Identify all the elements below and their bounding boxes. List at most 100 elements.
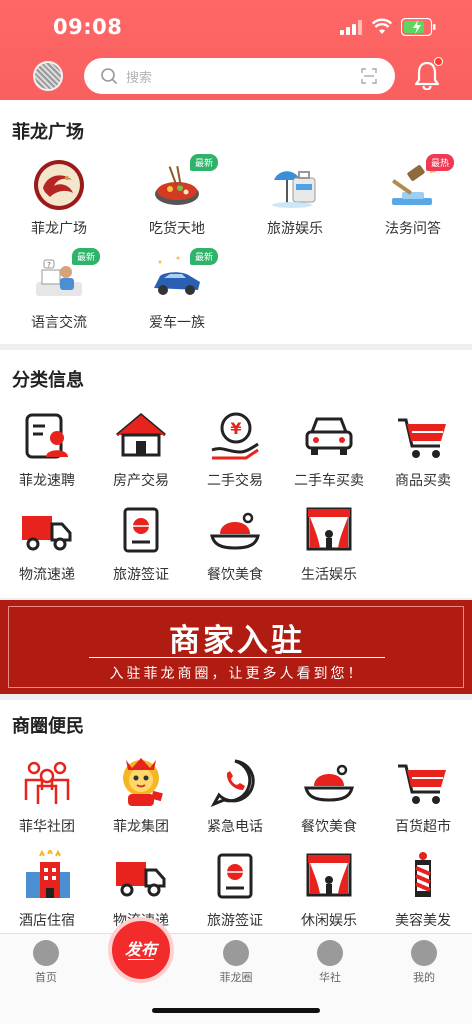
- grid-item-car-club[interactable]: 最新 爱车一族: [130, 248, 224, 332]
- search-bar[interactable]: 搜索: [84, 58, 395, 94]
- grid-item-community[interactable]: 菲华社团: [0, 756, 94, 836]
- notification-bell-icon[interactable]: [414, 57, 443, 91]
- merchant-banner[interactable]: 商家入驻 入驻菲龙商圈，让更多人看到您！: [0, 600, 472, 694]
- community-icon: [24, 761, 70, 804]
- notification-dot: [434, 57, 443, 66]
- section-title: 商圈便民: [12, 716, 84, 737]
- yen-hand-icon: ¥: [211, 412, 259, 460]
- grid-item-leisure[interactable]: 休闲娱乐: [282, 850, 376, 930]
- profile-icon: [411, 940, 437, 966]
- svg-text:¥: ¥: [230, 419, 241, 438]
- dragon-logo-icon: [34, 160, 84, 210]
- tab-community[interactable]: 华社: [300, 940, 360, 985]
- grid-item-jobs[interactable]: 菲龙速聘: [0, 410, 94, 490]
- grid-item-label: 商品买卖: [395, 473, 451, 489]
- tab-profile[interactable]: 我的: [394, 940, 454, 985]
- grid-item-secondhand[interactable]: ¥ 二手交易: [188, 410, 282, 490]
- home-icon: [33, 940, 59, 966]
- grid-item-travel-visa[interactable]: 旅游签证: [188, 850, 282, 930]
- theater-icon: [306, 507, 352, 551]
- dish-icon: [304, 764, 354, 802]
- badge-hot: 最热: [425, 154, 454, 171]
- header-bar: 09:08 搜索: [0, 0, 472, 100]
- tab-home[interactable]: 首页: [16, 940, 76, 985]
- house-icon: [116, 413, 166, 457]
- passport-icon: [217, 853, 253, 899]
- grid-item-travel[interactable]: 旅游娱乐: [248, 158, 342, 238]
- grid-item-label: 旅游签证: [207, 913, 263, 929]
- badge-new: 最新: [189, 154, 218, 171]
- banner-divider: [89, 657, 385, 658]
- cart-icon: [398, 418, 446, 458]
- grid-item-group[interactable]: 菲龙集团: [94, 756, 188, 836]
- community-tab-icon: [317, 940, 343, 966]
- grid-item-entertainment[interactable]: 生活娱乐: [282, 504, 376, 584]
- grid-item-beauty[interactable]: 美容美发: [376, 850, 470, 930]
- circle-icon: [223, 940, 249, 966]
- tab-label: 首页: [35, 971, 57, 984]
- grid-item-label: 菲龙广场: [31, 221, 87, 237]
- grid-item-dining[interactable]: 餐饮美食: [188, 504, 282, 584]
- grid-item-label: 餐饮美食: [301, 819, 357, 835]
- grid-item-label: 旅游娱乐: [267, 221, 323, 237]
- battery-charging-icon: [401, 18, 436, 36]
- grid-item-label: 菲华社团: [19, 819, 75, 835]
- grid-item-goods[interactable]: 商品买卖: [376, 410, 470, 490]
- grid-item-label: 酒店住宿: [19, 913, 75, 929]
- user-avatar[interactable]: [33, 61, 63, 91]
- grid-item-label: 二手交易: [207, 473, 263, 489]
- section-title: 菲龙广场: [12, 122, 84, 143]
- travel-icon: [272, 171, 316, 208]
- grid-item-logistics[interactable]: 物流速递: [0, 504, 94, 584]
- grid-item-emergency[interactable]: 紧急电话: [188, 756, 282, 836]
- grid-item-label: 菲龙速聘: [19, 473, 75, 489]
- barber-pole-icon: [415, 852, 431, 897]
- grid-item-language[interactable]: ? 最新 语言交流: [12, 248, 106, 332]
- grid-item-property[interactable]: 房产交易: [94, 410, 188, 490]
- grid-item-label: 法务问答: [385, 221, 441, 237]
- badge-new: 最新: [189, 248, 218, 265]
- cellular-signal-icon: [340, 20, 362, 35]
- svg-text:?: ?: [47, 261, 51, 269]
- grid-item-label: 紧急电话: [207, 819, 263, 835]
- business-section: 商圈便民 菲华社团 菲龙集团 紧急电话 餐饮美食 百货超市 酒店住宿 旅游签证 …: [0, 700, 472, 933]
- phone-icon: [210, 759, 255, 807]
- grid-item-label: 物流速递: [19, 567, 75, 583]
- grid-item-label: 爱车一族: [149, 315, 205, 331]
- grid-item-label: 休闲娱乐: [301, 913, 357, 929]
- tab-label: 菲龙圈: [219, 971, 253, 984]
- grid-item-label: 旅游签证: [113, 567, 169, 583]
- classified-section: 分类信息 菲龙速聘 房产交易 ¥ 二手交易 二手车买卖 商品买卖 物流速递 旅游…: [0, 350, 472, 598]
- hotel-icon: [26, 847, 70, 898]
- lion-mascot-icon: [123, 758, 163, 806]
- grid-item-foodie[interactable]: 最新 吃货天地: [130, 154, 224, 238]
- grid-item-legal[interactable]: 最热 法务问答: [366, 154, 460, 238]
- grid-item-label: 百货超市: [395, 819, 451, 835]
- search-placeholder: 搜索: [126, 71, 153, 86]
- grid-item-label: 二手车买卖: [294, 473, 364, 489]
- grid-item-visa[interactable]: 旅游签证: [94, 504, 188, 584]
- grid-item-food[interactable]: 餐饮美食: [282, 756, 376, 836]
- dish-icon: [210, 512, 260, 550]
- scan-icon[interactable]: [361, 68, 377, 84]
- grid-item-plaza[interactable]: 菲龙广场: [12, 158, 106, 238]
- home-indicator: [152, 1008, 320, 1013]
- status-time: 09:08: [53, 15, 123, 39]
- grid-item-supermarket[interactable]: 百货超市: [376, 756, 470, 836]
- tab-circle[interactable]: 菲龙圈: [206, 940, 266, 985]
- grid-item-label: 餐饮美食: [207, 567, 263, 583]
- publish-button[interactable]: 发布: [108, 917, 174, 983]
- theater-icon: [306, 853, 352, 897]
- tab-label: 华社: [319, 971, 341, 984]
- publish-label: 发布: [124, 940, 157, 959]
- grid-item-label: 房产交易: [113, 473, 169, 489]
- grid-item-used-cars[interactable]: 二手车买卖: [282, 410, 376, 490]
- resume-icon: [25, 413, 68, 459]
- grid-item-hotel[interactable]: 酒店住宿: [0, 847, 94, 930]
- badge-new: 最新: [71, 248, 100, 265]
- banner-title: 商家入驻: [169, 623, 305, 659]
- publish-underline: [128, 959, 154, 960]
- passport-icon: [123, 507, 159, 553]
- app-screen: 09:08 搜索 菲龙广场 菲龙广场 最新 吃货天地 旅游娱乐 最热 法务问答 …: [0, 0, 472, 1024]
- grid-item-label: 菲龙集团: [113, 819, 169, 835]
